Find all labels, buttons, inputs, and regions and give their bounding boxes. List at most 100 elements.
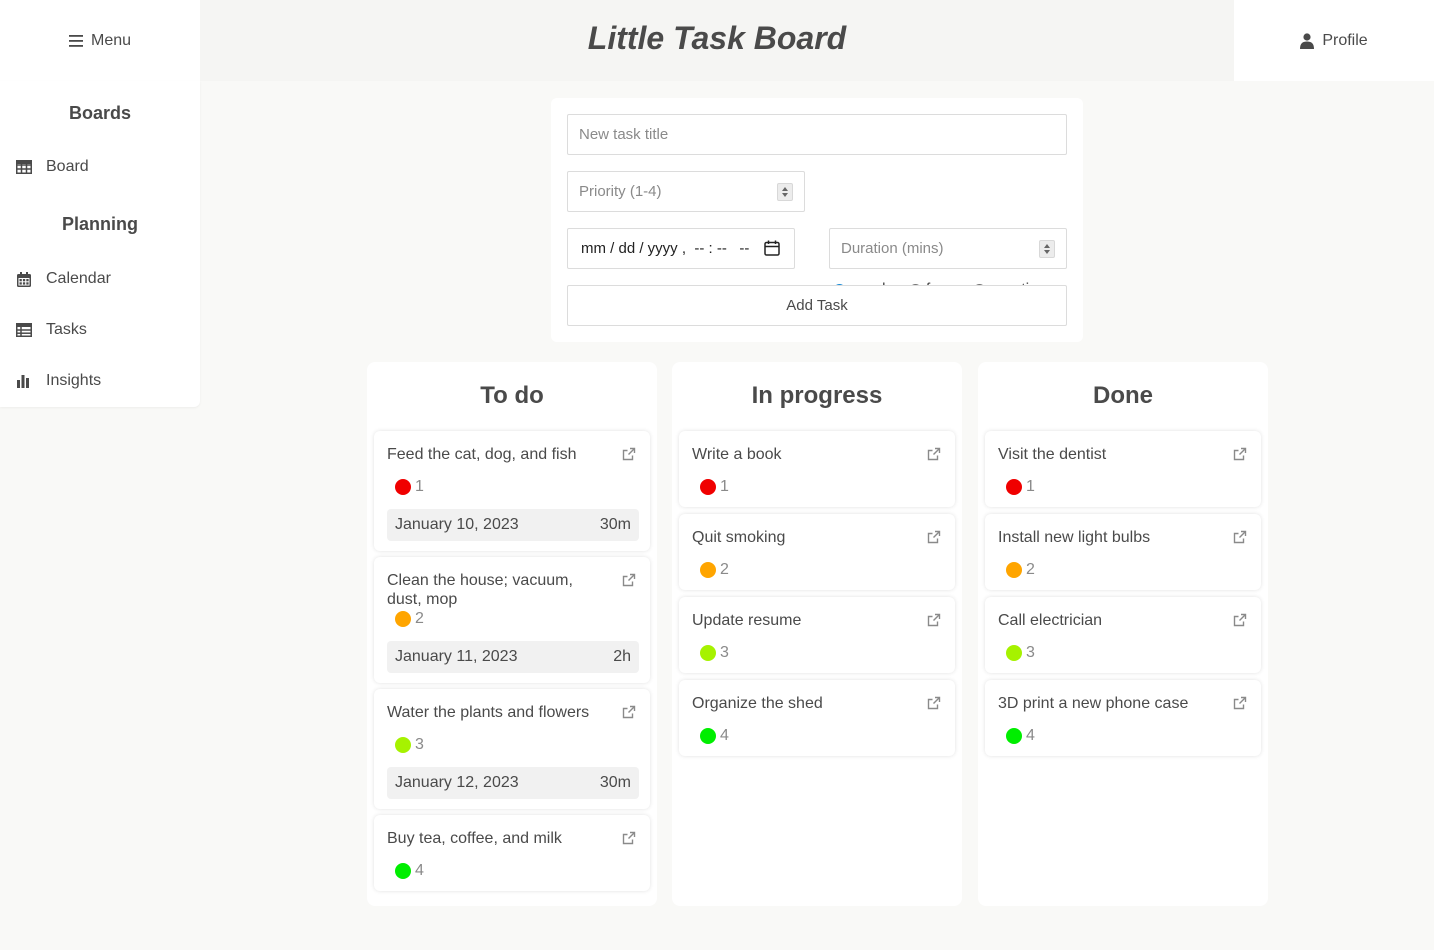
priority-indicator: 4 xyxy=(700,727,729,745)
external-link-icon[interactable] xyxy=(622,573,636,587)
priority-indicator: 3 xyxy=(700,644,729,662)
calendar-picker-icon[interactable] xyxy=(764,240,780,256)
sidebar-item-insights[interactable]: Insights xyxy=(0,361,200,401)
menu-label: Menu xyxy=(90,31,132,49)
sidebar-item-label: Calendar xyxy=(46,270,111,287)
task-card[interactable]: Clean the house; vacuum, dust, mop 2 Janua… xyxy=(374,557,650,683)
priority-indicator: 3 xyxy=(1006,644,1035,662)
due-date: January 12, 2023 xyxy=(395,774,519,791)
priority-dot xyxy=(1006,728,1022,744)
priority-dot xyxy=(700,728,716,744)
duration-stepper[interactable] xyxy=(1039,240,1055,258)
add-task-button[interactable]: Add Task xyxy=(567,285,1067,326)
priority-stepper[interactable] xyxy=(777,183,793,201)
task-title: Visit the dentist xyxy=(998,446,1107,463)
task-card[interactable]: Visit the dentist 1 xyxy=(985,431,1261,507)
task-title: Call electrician xyxy=(998,612,1103,629)
table-icon xyxy=(16,159,32,175)
hamburger-icon xyxy=(68,34,83,47)
calendar-icon xyxy=(16,271,32,287)
priority-value: 2 xyxy=(415,610,424,627)
priority-placeholder: Priority (1-4) xyxy=(579,183,662,200)
priority-indicator: 4 xyxy=(395,862,424,880)
priority-indicator: 2 xyxy=(395,610,424,628)
external-link-icon[interactable] xyxy=(927,696,941,710)
external-link-icon[interactable] xyxy=(622,447,636,461)
task-card[interactable]: Install new light bulbs 2 xyxy=(985,514,1261,590)
priority-dot xyxy=(1006,562,1022,578)
column-title: To do xyxy=(480,382,544,409)
external-link-icon[interactable] xyxy=(622,705,636,719)
external-link-icon[interactable] xyxy=(1233,696,1247,710)
sidebar-item-calendar[interactable]: Calendar xyxy=(0,259,200,299)
task-card[interactable]: Call electrician 3 xyxy=(985,597,1261,673)
task-card[interactable]: Buy tea, coffee, and milk 4 xyxy=(374,815,650,891)
task-card[interactable]: Quit smoking 2 xyxy=(679,514,955,590)
top-bar: Menu Little Task Board Profile xyxy=(0,0,1434,81)
priority-value: 3 xyxy=(1026,644,1035,661)
external-link-icon[interactable] xyxy=(1233,613,1247,627)
due-date-bar: January 11, 2023 2h xyxy=(387,641,639,673)
priority-dot xyxy=(1006,479,1022,495)
priority-value: 1 xyxy=(415,478,424,495)
task-title: 3D print a new phone case xyxy=(998,695,1189,712)
menu-button[interactable]: Menu xyxy=(0,0,200,81)
external-link-icon[interactable] xyxy=(927,530,941,544)
task-duration: 2h xyxy=(613,648,631,665)
external-link-icon[interactable] xyxy=(622,831,636,845)
bar-chart-icon xyxy=(16,373,32,389)
task-card[interactable]: Organize the shed 4 xyxy=(679,680,955,756)
task-title-input[interactable]: New task title xyxy=(567,114,1067,155)
due-date: January 10, 2023 xyxy=(395,516,519,533)
profile-button[interactable]: Profile xyxy=(1234,0,1434,81)
task-title: Water the plants and flowers xyxy=(387,704,590,721)
task-title: Buy tea, coffee, and milk xyxy=(387,830,562,847)
priority-dot xyxy=(395,863,411,879)
datetime-placeholder: mm / dd / yyyy , -- : -- -- xyxy=(581,240,750,257)
list-icon xyxy=(16,322,32,338)
sidebar-item-label: Board xyxy=(46,158,89,175)
board-column: In progress Write a book 1 Quit smoking 2 Upd… xyxy=(672,362,962,906)
priority-indicator: 1 xyxy=(1006,478,1035,496)
external-link-icon[interactable] xyxy=(927,613,941,627)
external-link-icon[interactable] xyxy=(1233,530,1247,544)
external-link-icon[interactable] xyxy=(1233,447,1247,461)
priority-dot xyxy=(395,611,411,627)
new-task-form: New task title Priority (1-4) regular fo… xyxy=(551,98,1083,342)
sidebar: Boards Board Planning Calendar Tasks Ins… xyxy=(0,81,200,407)
priority-input[interactable]: Priority (1-4) xyxy=(567,171,805,212)
external-link-icon[interactable] xyxy=(927,447,941,461)
app-title: Little Task Board xyxy=(587,20,847,56)
priority-indicator: 1 xyxy=(700,478,729,496)
task-duration: 30m xyxy=(599,774,631,791)
sidebar-heading-planning: Planning xyxy=(62,214,138,234)
duration-placeholder: Duration (mins) xyxy=(841,240,944,257)
task-title: Clean the house; vacuum, dust, mop xyxy=(387,572,573,608)
due-date: January 11, 2023 xyxy=(395,648,518,665)
task-title-placeholder: New task title xyxy=(579,126,669,143)
sidebar-heading-boards: Boards xyxy=(68,103,131,123)
sidebar-item-board[interactable]: Board xyxy=(0,147,200,187)
task-card[interactable]: Update resume 3 xyxy=(679,597,955,673)
sidebar-item-tasks[interactable]: Tasks xyxy=(0,310,200,350)
task-card[interactable]: Water the plants and flowers 3 January 12,… xyxy=(374,689,650,809)
priority-value: 4 xyxy=(415,862,424,879)
board-column: To do Feed the cat, dog, and fish 1 January… xyxy=(367,362,657,906)
task-card[interactable]: Write a book 1 xyxy=(679,431,955,507)
due-datetime-input[interactable]: mm / dd / yyyy , -- : -- -- xyxy=(567,228,795,269)
task-title: Feed the cat, dog, and fish xyxy=(387,446,577,463)
user-icon xyxy=(1300,32,1315,49)
priority-value: 4 xyxy=(1026,727,1035,744)
task-title: Install new light bulbs xyxy=(998,529,1151,546)
task-title: Update resume xyxy=(692,612,802,629)
task-card[interactable]: 3D print a new phone case 4 xyxy=(985,680,1261,756)
due-date-bar: January 12, 2023 30m xyxy=(387,767,639,799)
column-title: Done xyxy=(1093,382,1153,409)
priority-value: 3 xyxy=(415,736,424,753)
priority-dot xyxy=(700,562,716,578)
priority-dot xyxy=(395,479,411,495)
task-title: Quit smoking xyxy=(692,529,786,546)
task-card[interactable]: Feed the cat, dog, and fish 1 January 10, … xyxy=(374,431,650,551)
due-date-bar: January 10, 2023 30m xyxy=(387,509,639,541)
duration-input[interactable]: Duration (mins) xyxy=(829,228,1067,269)
